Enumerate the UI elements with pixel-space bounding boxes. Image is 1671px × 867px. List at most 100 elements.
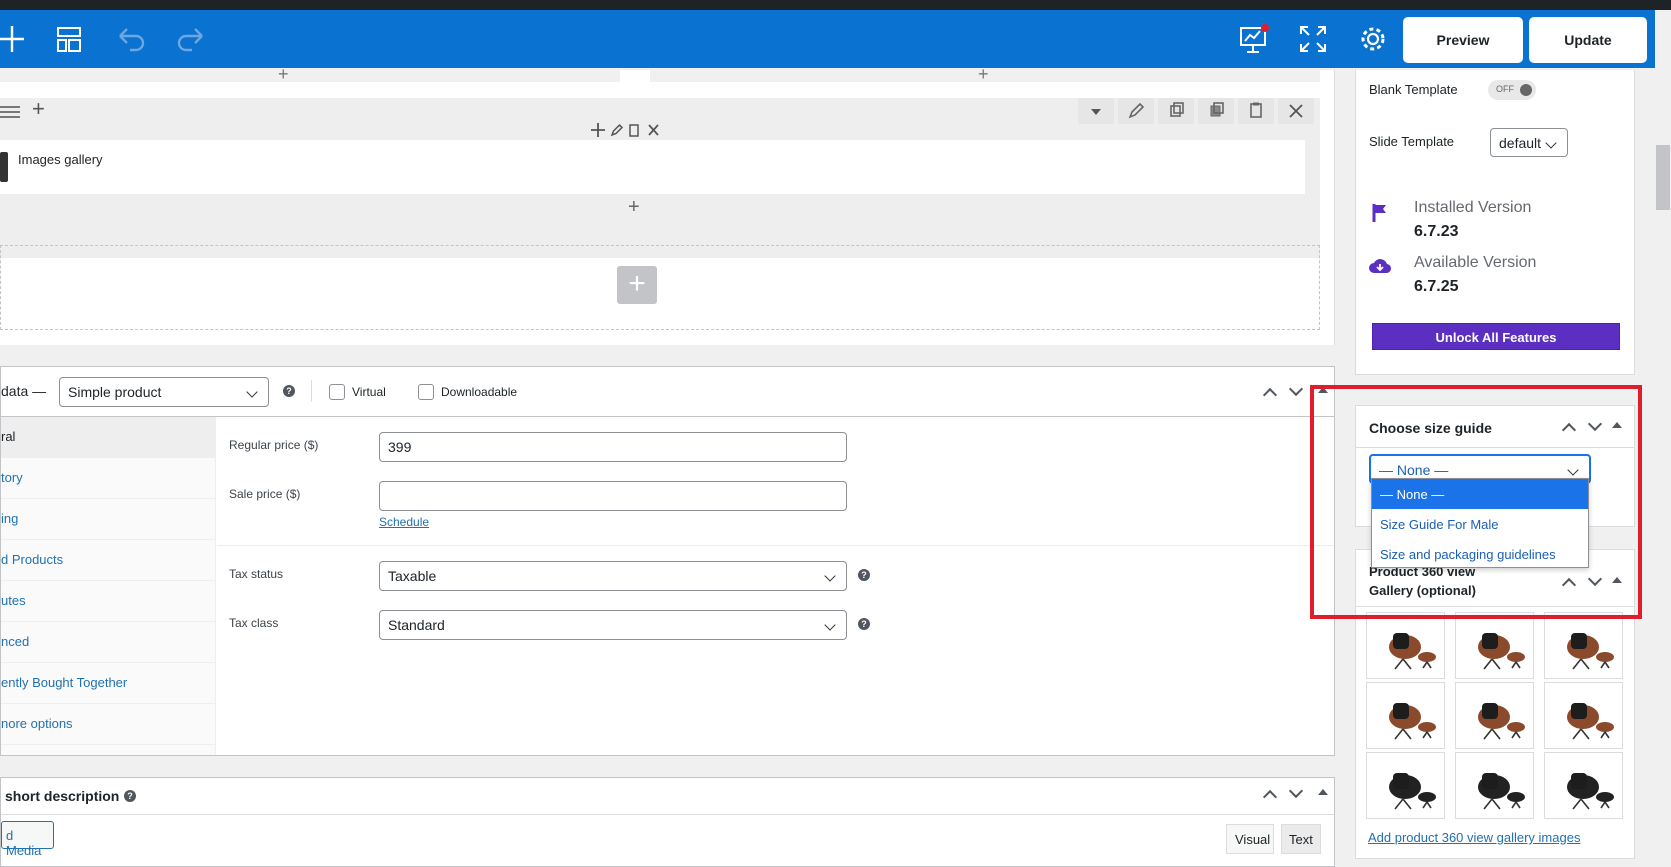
move-down-icon[interactable] xyxy=(1587,571,1603,587)
gallery-thumbnail[interactable] xyxy=(1366,682,1445,749)
product-data-tabs: ral tory ing d Products utes nced ently … xyxy=(1,417,216,755)
move-down-icon[interactable] xyxy=(1288,381,1304,397)
tab-more-options[interactable]: nore options xyxy=(1,704,216,745)
add-icon[interactable] xyxy=(0,24,36,54)
product-data-header: data — Simple product ? Virtual Download… xyxy=(1,367,1334,417)
tax-status-label: Tax status xyxy=(229,567,284,581)
redo-icon[interactable] xyxy=(174,24,210,54)
move-up-icon[interactable] xyxy=(1561,422,1577,438)
row-duplicate-icon[interactable] xyxy=(1158,98,1194,124)
tab-visual[interactable]: Visual xyxy=(1226,824,1274,854)
add-column-icon[interactable]: + xyxy=(978,64,989,85)
add-media-button[interactable]: d Media xyxy=(1,821,54,858)
product-360-gallery-box: Product 360 view Gallery (optional) Add … xyxy=(1355,549,1635,859)
page-scrollbar[interactable] xyxy=(1655,10,1671,859)
sale-price-label: Sale price ($) xyxy=(229,487,301,501)
toggle-panel-icon[interactable] xyxy=(1612,577,1622,583)
schedule-link[interactable]: Schedule xyxy=(379,515,429,529)
add-row-icon[interactable]: + xyxy=(32,96,45,122)
move-up-icon[interactable] xyxy=(1262,387,1278,403)
layout-icon[interactable] xyxy=(54,24,90,54)
tab-advanced[interactable]: nced xyxy=(1,622,216,663)
add-gallery-images-link[interactable]: Add product 360 view gallery images xyxy=(1368,830,1580,845)
row-edit-icon[interactable] xyxy=(1118,98,1154,124)
gallery-thumbnail[interactable] xyxy=(1544,682,1623,749)
drag-handle-icon[interactable] xyxy=(0,102,26,122)
tab-attributes[interactable]: utes xyxy=(1,581,216,622)
template-settings-box: Blank Template OFF Slide Template defaul… xyxy=(1355,70,1635,375)
blank-template-toggle[interactable]: OFF xyxy=(1488,80,1536,100)
size-guide-option[interactable]: Size and packaging guidelines xyxy=(1372,539,1588,569)
size-guide-dropdown: — None — Size Guide For Male Size and pa… xyxy=(1371,478,1589,568)
gallery-thumbnail[interactable] xyxy=(1455,682,1534,749)
product-data-panel: data — Simple product ? Virtual Download… xyxy=(0,366,1335,756)
toggle-panel-icon[interactable] xyxy=(1318,789,1328,795)
size-guide-option[interactable]: Size Guide For Male xyxy=(1372,509,1588,539)
add-column-icon[interactable]: + xyxy=(278,64,289,85)
tab-text[interactable]: Text xyxy=(1281,824,1321,854)
empty-row-dropzone[interactable]: + xyxy=(0,245,1320,330)
product-data-title: data — xyxy=(1,383,47,399)
help-icon[interactable]: ? xyxy=(858,618,870,630)
tab-linked-products[interactable]: d Products xyxy=(1,540,216,581)
downloadable-label: Downloadable xyxy=(441,385,518,399)
sidebar: Blank Template OFF Slide Template defaul… xyxy=(1355,70,1635,859)
undo-icon[interactable] xyxy=(114,24,150,54)
preview-button[interactable]: Preview xyxy=(1403,17,1523,63)
gallery-thumbnail[interactable] xyxy=(1366,752,1445,819)
images-gallery-element[interactable]: Images gallery xyxy=(0,140,1305,194)
tab-shipping[interactable]: ing xyxy=(1,499,216,540)
move-up-icon[interactable] xyxy=(1262,789,1278,805)
builder-row: + Images gallery + xyxy=(0,96,1320,258)
available-version-label: Available Version xyxy=(1414,254,1537,271)
cloud-download-icon xyxy=(1368,256,1392,276)
virtual-checkbox[interactable] xyxy=(329,384,345,400)
row-paste-icon[interactable] xyxy=(1238,98,1274,124)
builder-canvas: + + + Images gallery + + xyxy=(0,64,1335,345)
scrollbar-thumb[interactable] xyxy=(1656,145,1670,210)
regular-price-input[interactable]: 399 xyxy=(379,432,847,462)
tax-class-select[interactable]: Standard xyxy=(379,610,847,640)
add-section-button[interactable]: + xyxy=(617,266,657,304)
builder-toolbar: Preview Update xyxy=(0,10,1655,68)
help-icon[interactable]: ? xyxy=(283,385,295,397)
toggle-knob xyxy=(1520,84,1532,96)
gallery-thumbnail[interactable] xyxy=(1544,612,1623,679)
analytics-icon[interactable] xyxy=(1238,24,1274,54)
settings-gear-icon[interactable] xyxy=(1358,24,1394,54)
move-up-icon[interactable] xyxy=(1561,577,1577,593)
row-collapse-button[interactable] xyxy=(1078,98,1114,124)
slide-template-select[interactable]: default xyxy=(1490,128,1568,157)
help-icon[interactable]: ? xyxy=(124,790,136,802)
gallery-thumbnail[interactable] xyxy=(1366,612,1445,679)
fullscreen-icon[interactable] xyxy=(1298,24,1334,54)
toggle-panel-icon[interactable] xyxy=(1318,387,1328,393)
tab-frequently-bought-together[interactable]: ently Bought Together xyxy=(1,663,216,704)
help-icon[interactable]: ? xyxy=(858,569,870,581)
toggle-panel-icon[interactable] xyxy=(1612,422,1622,428)
flag-icon xyxy=(1370,202,1390,222)
virtual-label: Virtual xyxy=(352,385,386,399)
os-top-strip xyxy=(0,0,1671,10)
tab-inventory[interactable]: tory xyxy=(1,458,216,499)
gallery-thumbnail[interactable] xyxy=(1455,752,1534,819)
downloadable-checkbox[interactable] xyxy=(418,384,434,400)
row-copy-icon[interactable] xyxy=(1198,98,1234,124)
gallery-thumbnail[interactable] xyxy=(1455,612,1534,679)
sale-price-input[interactable] xyxy=(379,481,847,511)
update-button[interactable]: Update xyxy=(1529,17,1647,63)
unlock-all-features-button[interactable]: Unlock All Features xyxy=(1372,323,1620,350)
add-element-icon[interactable]: + xyxy=(628,196,640,219)
gallery-thumbnail[interactable] xyxy=(1544,752,1623,819)
move-down-icon[interactable] xyxy=(1288,783,1304,799)
row-delete-icon[interactable] xyxy=(1278,98,1314,124)
available-version-value: 6.7.25 xyxy=(1414,278,1459,295)
divider xyxy=(311,380,312,402)
tax-status-select[interactable]: Taxable xyxy=(379,561,847,591)
tab-general[interactable]: ral xyxy=(1,417,216,458)
product-type-select[interactable]: Simple product xyxy=(59,377,269,407)
move-down-icon[interactable] xyxy=(1587,416,1603,432)
gallery-title-line2: Gallery (optional) xyxy=(1369,583,1476,598)
slide-template-label: Slide Template xyxy=(1369,134,1455,149)
size-guide-option[interactable]: — None — xyxy=(1372,479,1588,509)
